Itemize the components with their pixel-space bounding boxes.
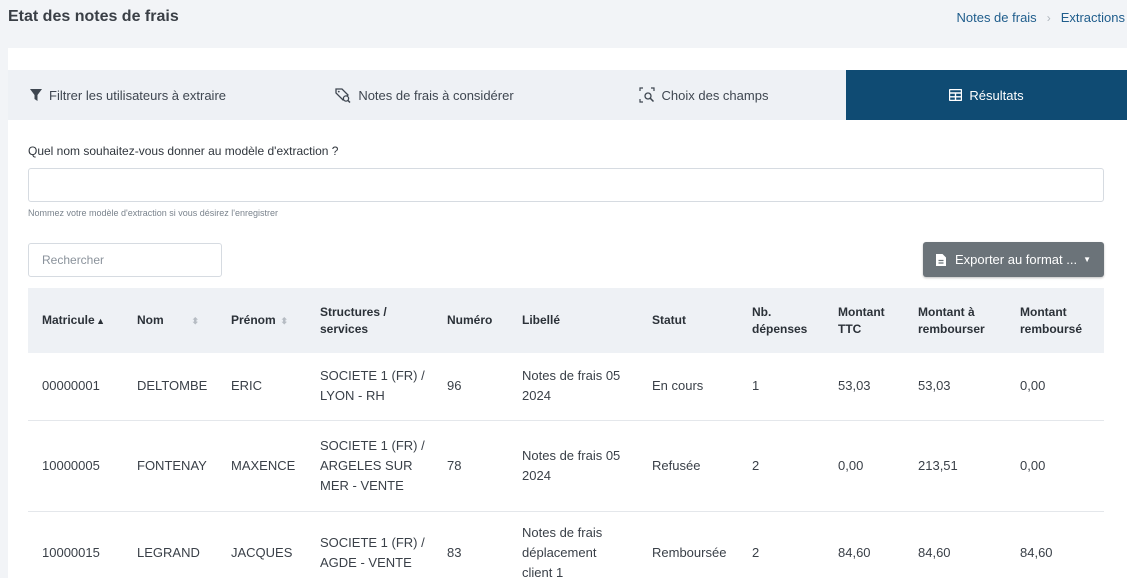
caret-down-icon: ▼: [1083, 255, 1092, 264]
file-icon: [935, 253, 946, 266]
cell-montant-a-rembourser: 53,03: [918, 378, 951, 394]
cell-nom: FONTENAY: [137, 457, 207, 473]
column-header-statut[interactable]: Statut: [638, 288, 738, 353]
column-header-label: Nom: [137, 313, 164, 327]
tab-results-label: Résultats: [969, 87, 1024, 103]
field-search-icon: [638, 87, 655, 103]
cell-nb-depenses: 1: [752, 378, 760, 394]
cell-montant-rembourse: 0,00: [1020, 378, 1046, 394]
tab-field-choice-label: Choix des champs: [661, 87, 769, 103]
sort-icon: ⬍: [280, 315, 288, 326]
column-header-montant-ttc[interactable]: Montant TTC: [824, 288, 904, 353]
column-header-nb-depenses[interactable]: Nb. dépenses: [738, 288, 824, 353]
cell-structure: SOCIETE 1 (FR) / ARGELES SUR MER - VENTE: [320, 437, 425, 493]
tab-results[interactable]: Résultats: [846, 70, 1127, 120]
cell-libelle: Notes de frais déplacement client 1: [522, 525, 603, 578]
sort-icon: ▲: [96, 315, 105, 326]
tab-filter-users-label: Filtrer les utilisateurs à extraire: [49, 87, 226, 103]
cell-nom: DELTOMBE: [137, 378, 208, 394]
cell-montant-ttc: 0,00: [838, 457, 864, 473]
results-table: Matricule ▲ Nom ⬍ Prénom ⬍ Structures / ser…: [28, 288, 1104, 578]
column-header-label: Prénom: [231, 313, 276, 327]
column-header-prenom[interactable]: Prénom ⬍: [217, 288, 306, 353]
cell-nb-depenses: 2: [752, 457, 760, 473]
cell-montant-ttc: 53,03: [838, 378, 871, 394]
cell-numero: 83: [447, 545, 462, 560]
tab-field-choice[interactable]: Choix des champs: [561, 70, 846, 120]
column-header-matricule[interactable]: Matricule ▲: [28, 288, 123, 353]
table-header-row: Matricule ▲ Nom ⬍ Prénom ⬍ Structures / ser…: [28, 288, 1104, 353]
column-header-label: Matricule: [42, 313, 95, 327]
breadcrumb-item-extractions[interactable]: Extractions: [1061, 10, 1125, 25]
model-name-input[interactable]: [28, 168, 1104, 202]
column-header-structures[interactable]: Structures / services: [306, 288, 433, 353]
cell-nb-depenses: 2: [752, 545, 760, 560]
cell-montant-rembourse: 0,00: [1020, 457, 1046, 473]
column-header-nom[interactable]: Nom ⬍: [123, 288, 217, 353]
column-header-montant-a-rembourser[interactable]: Montant à rembourser: [904, 288, 1006, 353]
cell-statut: Remboursée: [652, 545, 727, 560]
model-name-help: Nommez votre modèle d'extraction si vous…: [28, 208, 279, 218]
tab-filter-users[interactable]: Filtrer les utilisateurs à extraire: [8, 70, 288, 120]
cell-matricule: 10000015: [42, 545, 100, 560]
cell-montant-a-rembourser: 213,51: [918, 457, 958, 473]
breadcrumb: Notes de frais › Extractions: [956, 10, 1125, 25]
column-header-libelle[interactable]: Libellé: [508, 288, 638, 353]
cell-matricule: 00000001: [42, 378, 100, 394]
cell-statut: Refusée: [652, 457, 701, 473]
table-row[interactable]: 10000015 LEGRAND JACQUES SOCIETE 1 (FR) …: [28, 511, 1104, 578]
tab-expense-notes[interactable]: Notes de frais à considérer: [288, 70, 561, 120]
cell-structure: SOCIETE 1 (FR) / AGDE - VENTE: [320, 535, 425, 570]
cell-numero: 96: [447, 378, 462, 394]
cell-prenom: JACQUES: [231, 545, 293, 560]
model-name-label: Quel nom souhaitez-vous donner au modèle…: [28, 144, 339, 158]
search-input[interactable]: [28, 243, 222, 277]
cell-statut: En cours: [652, 378, 704, 394]
column-header-numero[interactable]: Numéro: [433, 288, 508, 353]
cell-libelle: Notes de frais 05 2024: [522, 447, 621, 483]
cell-matricule: 10000005: [42, 457, 100, 473]
breadcrumb-item-notes-de-frais[interactable]: Notes de frais: [956, 10, 1036, 25]
table-row[interactable]: 00000001 DELTOMBE ERIC SOCIETE 1 (FR) / …: [28, 353, 1104, 420]
wizard-tabs: Filtrer les utilisateurs à extraire Note…: [8, 70, 1127, 120]
filter-icon: [30, 88, 42, 102]
cell-montant-ttc: 84,60: [838, 545, 871, 560]
cell-numero: 78: [447, 457, 462, 473]
export-button-label: Exporter au format ...: [954, 252, 1078, 267]
chevron-right-icon: ›: [1046, 10, 1051, 25]
page-title: Etat des notes de frais: [8, 8, 179, 25]
tab-expense-notes-label: Notes de frais à considérer: [358, 87, 514, 103]
tag-search-icon: [335, 87, 351, 103]
cell-libelle: Notes de frais 05 2024: [522, 368, 621, 404]
cell-prenom: MAXENCE: [231, 457, 296, 473]
cell-structure: SOCIETE 1 (FR) / LYON - RH: [320, 368, 425, 404]
cell-montant-rembourse: 84,60: [1020, 545, 1053, 560]
extraction-card: Filtrer les utilisateurs à extraire Note…: [8, 48, 1127, 578]
sort-icon: ⬍: [191, 315, 199, 326]
results-table-wrapper: Matricule ▲ Nom ⬍ Prénom ⬍ Structures / ser…: [28, 288, 1104, 578]
table-icon: [949, 89, 963, 101]
export-button[interactable]: Exporter au format ... ▼: [923, 242, 1104, 277]
table-row[interactable]: 10000005 FONTENAY MAXENCE SOCIETE 1 (FR)…: [28, 420, 1104, 511]
column-header-montant-rembourse[interactable]: Montant remboursé: [1006, 288, 1104, 353]
cell-montant-a-rembourser: 84,60: [918, 545, 951, 560]
cell-nom: LEGRAND: [137, 545, 200, 560]
cell-prenom: ERIC: [231, 378, 263, 394]
